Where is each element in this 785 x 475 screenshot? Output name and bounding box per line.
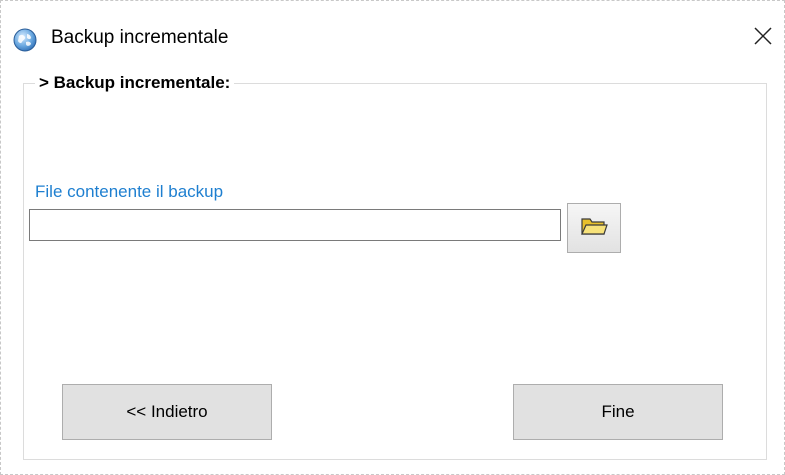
group-title: > Backup incrementale:: [35, 73, 235, 93]
back-button-label: << Indietro: [126, 402, 208, 421]
finish-button-label: Fine: [601, 402, 635, 421]
close-button[interactable]: [741, 15, 785, 61]
backup-dialog-window: Backup incrementale > Backup incremental…: [0, 0, 785, 475]
globe-app-icon: [13, 28, 37, 52]
folder-open-icon: [580, 214, 608, 243]
close-icon: [753, 26, 773, 51]
backup-file-label: File contenente il backup: [35, 182, 224, 201]
back-button[interactable]: << Indietro: [62, 384, 272, 440]
window-title: Backup incrementale: [51, 27, 229, 48]
browse-folder-button[interactable]: [567, 203, 621, 253]
backup-file-input[interactable]: [29, 209, 561, 241]
title-bar[interactable]: Backup incrementale: [1, 1, 784, 79]
finish-button[interactable]: Fine: [513, 384, 723, 440]
